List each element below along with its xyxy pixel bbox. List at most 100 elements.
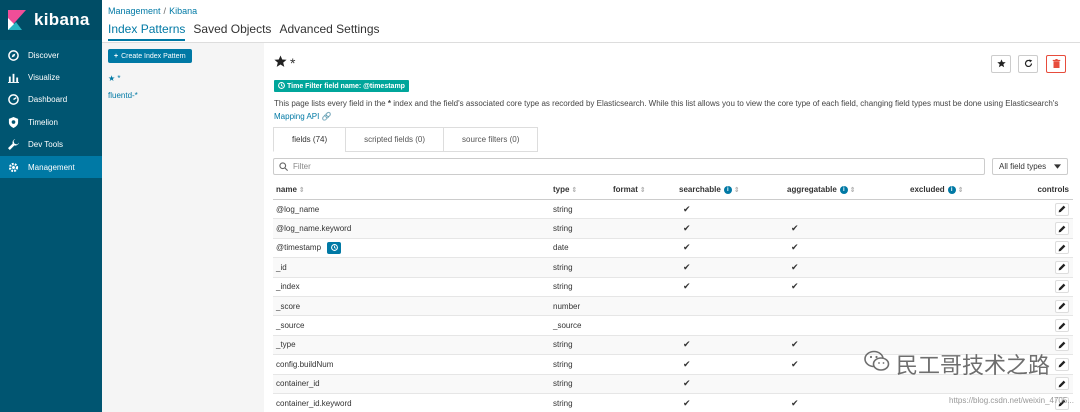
sidebar-item-dev-tools[interactable]: Dev Tools xyxy=(0,134,102,156)
create-index-pattern-button[interactable]: + Create Index Pattern xyxy=(108,49,192,63)
info-icon[interactable]: i xyxy=(723,185,732,194)
edit-field-button[interactable] xyxy=(1055,241,1069,255)
controls-cell xyxy=(1055,219,1069,237)
sidebar-item-visualize[interactable]: Visualize xyxy=(0,66,102,88)
refresh-fields-button[interactable] xyxy=(1018,55,1038,73)
watermark: 民工哥技术之路 xyxy=(864,348,1050,380)
mapping-api-link[interactable]: Mapping API xyxy=(274,112,319,121)
field-name: @log_name.keyword xyxy=(276,224,352,234)
field-name: container_id.keyword xyxy=(276,398,352,408)
tab-index-patterns[interactable]: Index Patterns xyxy=(108,22,186,41)
sidebar-item-dashboard[interactable]: Dashboard xyxy=(0,89,102,111)
field-name: container_id xyxy=(276,379,320,389)
field-name-cell: container_id.keyword xyxy=(276,394,352,412)
field-type: string xyxy=(553,398,573,408)
edit-field-button[interactable] xyxy=(1055,222,1069,236)
sidebar-item-timelion[interactable]: Timelion xyxy=(0,111,102,133)
table-row: _id string ✔ ✔ xyxy=(273,258,1073,278)
pencil-icon xyxy=(1058,244,1066,252)
controls-cell xyxy=(1055,336,1069,354)
field-type-select[interactable]: All field types xyxy=(992,158,1068,175)
pencil-icon xyxy=(1058,205,1066,213)
sidebar-item-discover[interactable]: Discover xyxy=(0,44,102,66)
breadcrumb-kibana[interactable]: Kibana xyxy=(169,6,197,16)
sort-icon: ⇕ xyxy=(639,186,646,194)
table-row: @timestamp date ✔ ✔ xyxy=(273,239,1073,259)
col-aggregatable[interactable]: aggregatable i ⇕ xyxy=(787,180,856,199)
check-icon: ✔ xyxy=(683,261,691,272)
aggregatable-check: ✔ xyxy=(791,258,799,276)
col-searchable-label: searchable xyxy=(679,185,721,194)
sidebar-item-label: Discover xyxy=(28,50,60,60)
edit-field-button[interactable] xyxy=(1055,319,1069,333)
tab-scripted-fields[interactable]: scripted fields (0) xyxy=(345,127,445,152)
check-icon: ✔ xyxy=(683,242,691,253)
field-type-cell: string xyxy=(553,278,573,296)
page-title-text: * xyxy=(290,55,296,71)
edit-field-button[interactable] xyxy=(1055,280,1069,294)
field-type: string xyxy=(553,379,573,389)
default-star-icon xyxy=(274,55,287,71)
col-name[interactable]: name ⇕ xyxy=(276,180,305,199)
info-icon[interactable]: i xyxy=(839,185,848,194)
check-icon: ✔ xyxy=(791,339,799,350)
kibana-logo-icon xyxy=(8,10,26,30)
filter-input[interactable] xyxy=(293,162,973,171)
breadcrumb-separator: / xyxy=(163,6,167,16)
caret-down-icon xyxy=(1054,162,1061,171)
brand[interactable]: kibana xyxy=(0,0,102,40)
field-type-select-value: All field types xyxy=(999,162,1047,171)
delete-pattern-button[interactable] xyxy=(1046,55,1066,73)
pencil-icon xyxy=(1058,360,1066,368)
field-name-cell: @log_name xyxy=(276,200,319,218)
pattern-item-star[interactable]: ★ * xyxy=(108,74,121,83)
field-type: string xyxy=(553,282,573,292)
field-name: config.buildNum xyxy=(276,359,334,369)
controls-cell xyxy=(1055,316,1069,334)
breadcrumb-management[interactable]: Management xyxy=(108,6,161,16)
sidebar-nav: Discover Visualize Dashboard Timelion De… xyxy=(0,44,102,179)
pencil-icon xyxy=(1058,283,1066,291)
edit-field-button[interactable] xyxy=(1055,260,1069,274)
description-part-1: This page lists every field in the xyxy=(274,99,388,108)
edit-field-button[interactable] xyxy=(1055,299,1069,313)
kibana-app: kibana Discover Visualize Dashboard Time… xyxy=(0,0,1080,412)
index-pattern-list: + Create Index Pattern ★ * fluentd-* xyxy=(102,43,264,412)
sort-icon: ⇕ xyxy=(298,186,305,194)
tab-fields[interactable]: fields (74) xyxy=(273,127,347,152)
edit-field-button[interactable] xyxy=(1055,202,1069,216)
field-type: date xyxy=(553,243,569,253)
col-controls-label: controls xyxy=(1037,185,1069,194)
info-icon[interactable]: i xyxy=(947,185,956,194)
table-header-row: name ⇕ type ⇕ format ⇕ searchable i ⇕ aggrega… xyxy=(273,180,1073,200)
refresh-icon xyxy=(1024,55,1033,73)
set-default-button[interactable] xyxy=(991,55,1011,73)
field-type-cell: string xyxy=(553,336,573,354)
brand-name: kibana xyxy=(34,10,90,29)
tab-source-filters[interactable]: source filters (0) xyxy=(443,127,539,152)
sidebar-item-management[interactable]: Management xyxy=(0,155,102,179)
edit-field-button[interactable] xyxy=(1055,338,1069,352)
pattern-item-fluentd[interactable]: fluentd-* xyxy=(108,91,138,100)
edit-field-button[interactable] xyxy=(1055,357,1069,371)
shield-icon xyxy=(7,116,19,128)
searchable-check: ✔ xyxy=(683,200,691,218)
col-format[interactable]: format ⇕ xyxy=(613,180,646,199)
col-searchable[interactable]: searchable i ⇕ xyxy=(679,180,740,199)
searchable-check: ✔ xyxy=(683,278,691,296)
col-excluded[interactable]: excluded i ⇕ xyxy=(910,180,964,199)
col-type[interactable]: type ⇕ xyxy=(553,180,577,199)
searchable-check: ✔ xyxy=(683,375,691,393)
pencil-icon xyxy=(1058,264,1066,271)
dashboard-icon xyxy=(7,94,19,106)
clock-icon xyxy=(278,81,285,91)
tab-saved-objects[interactable]: Saved Objects xyxy=(193,22,271,41)
edit-field-button[interactable] xyxy=(1055,377,1069,391)
field-type-cell: string xyxy=(553,394,573,412)
field-type: _source xyxy=(553,321,582,331)
tab-advanced-settings[interactable]: Advanced Settings xyxy=(279,22,379,41)
controls-cell xyxy=(1055,375,1069,393)
watermark-url: https://blog.csdn.net/weixin_4705... xyxy=(949,396,1074,405)
field-name-cell: config.buildNum xyxy=(276,355,333,373)
controls-cell xyxy=(1055,200,1069,218)
